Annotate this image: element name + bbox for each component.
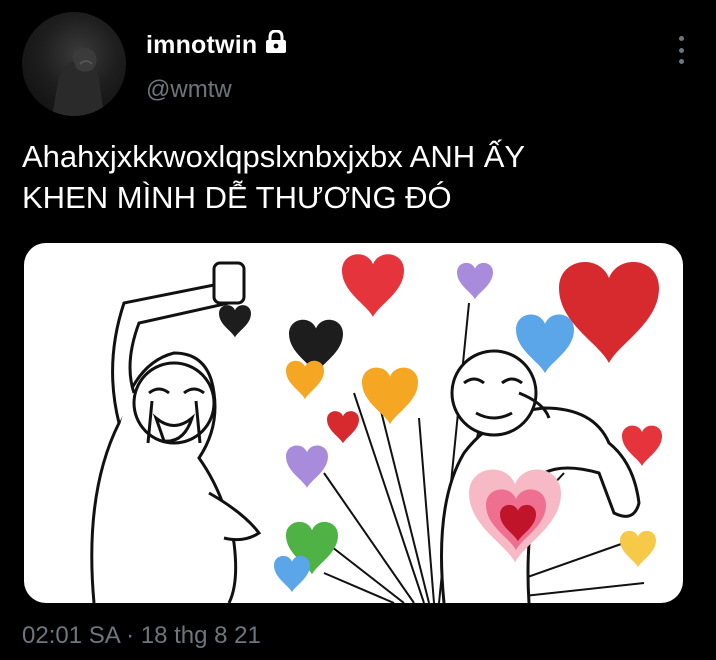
tweet-text-line-1: Ahahxjxkkwoxlqpslxnbxjxbx ANH ẤY: [22, 139, 526, 174]
tweet-text: Ahahxjxkkwoxlqpslxnbxjxbx ANH ẤY KHEN MÌ…: [22, 136, 682, 218]
crying-happy-meme-illustration: [90, 254, 662, 603]
display-name[interactable]: imnotwin: [146, 29, 287, 61]
tweet-time: 02:01 SA: [22, 622, 120, 649]
tweet-date: 18 thg 8 21: [140, 622, 261, 649]
tweet-media[interactable]: [24, 243, 683, 603]
tweet-timestamp[interactable]: 02:01 SA · 18 thg 8 21: [22, 622, 261, 650]
avatar[interactable]: [22, 12, 126, 116]
lock-icon: [265, 29, 287, 61]
tweet-text-line-2: KHEN MÌNH DỄ THƯƠNG ĐÓ: [22, 180, 452, 215]
more-vertical-icon[interactable]: [676, 36, 686, 64]
display-name-text: imnotwin: [146, 31, 258, 59]
user-handle[interactable]: @wmtw: [146, 76, 232, 104]
separator: ·: [119, 622, 141, 649]
avatar-image: [52, 47, 104, 116]
